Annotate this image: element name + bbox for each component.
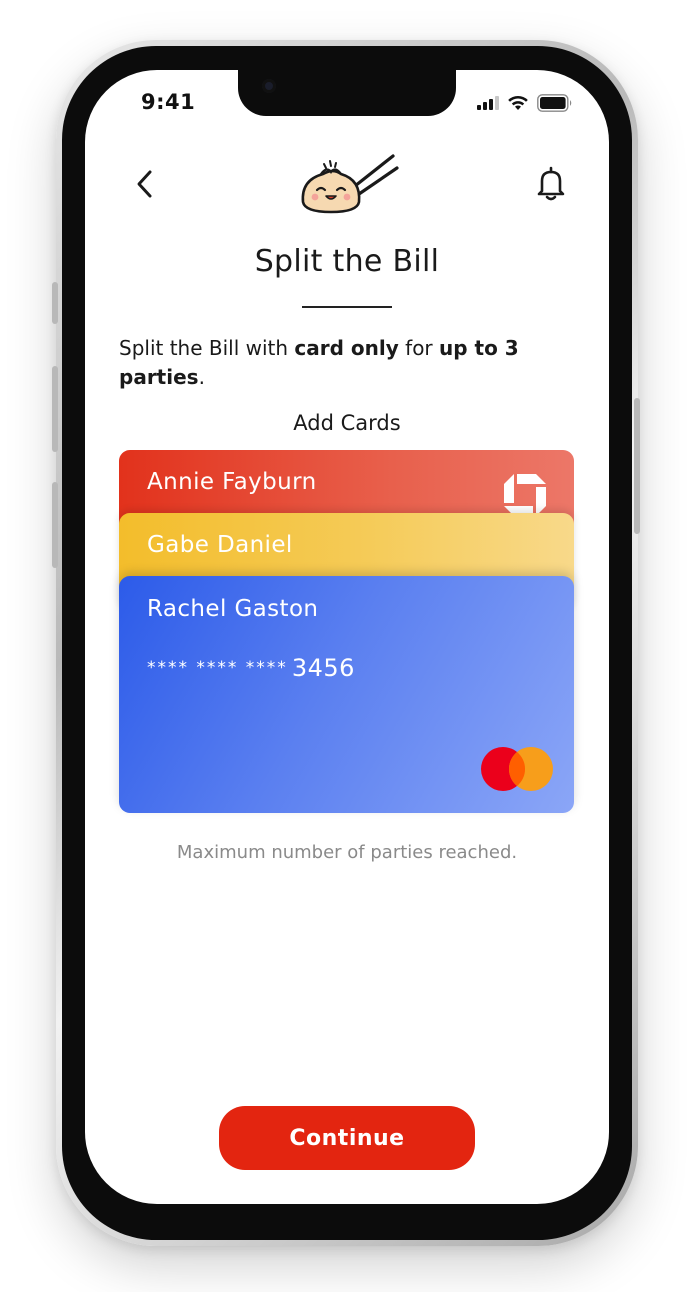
- intro-text: Split the Bill with card only for up to …: [119, 334, 569, 392]
- continue-button[interactable]: Continue: [219, 1106, 475, 1170]
- card-number-masked: **** **** ****: [147, 658, 288, 678]
- intro-suffix: .: [198, 365, 205, 389]
- app-screen: 9:41 Split the Bill Split the Bill with …: [85, 70, 609, 1204]
- notch: [238, 70, 456, 116]
- status-time: 9:41: [141, 90, 196, 114]
- title-underline: [302, 306, 392, 308]
- power-button: [634, 398, 640, 534]
- dumpling-logo-icon: [301, 154, 399, 214]
- intro-middle: for: [398, 336, 440, 360]
- card-holder-name: Annie Fayburn: [147, 469, 317, 495]
- chase-icon: [504, 474, 546, 516]
- intro-card-only: card only: [294, 336, 399, 360]
- volume-up-button: [52, 366, 58, 452]
- intro-prefix: Split the Bill with: [119, 336, 295, 360]
- mastercard-icon: [481, 747, 553, 791]
- signal-icon: [477, 96, 499, 110]
- volume-down-button: [52, 482, 58, 568]
- max-parties-note: Maximum number of parties reached.: [176, 842, 518, 863]
- add-cards-label: Add Cards: [293, 411, 401, 435]
- card-rachel-gaston[interactable]: Rachel Gaston **** **** **** 3456: [119, 576, 574, 813]
- bell-icon[interactable]: [533, 164, 569, 204]
- back-chevron-icon[interactable]: [127, 166, 163, 202]
- camera-icon: [262, 79, 276, 93]
- status-icons: [477, 94, 573, 112]
- card-number-last4: 3456: [291, 654, 355, 682]
- mute-switch: [52, 282, 58, 324]
- card-holder-name: Rachel Gaston: [147, 596, 319, 622]
- card-holder-name: Gabe Daniel: [147, 532, 293, 558]
- page-title: Split the Bill: [254, 244, 440, 279]
- battery-icon: [537, 94, 572, 112]
- wifi-icon: [508, 95, 528, 110]
- card-number: **** **** **** 3456: [147, 654, 355, 682]
